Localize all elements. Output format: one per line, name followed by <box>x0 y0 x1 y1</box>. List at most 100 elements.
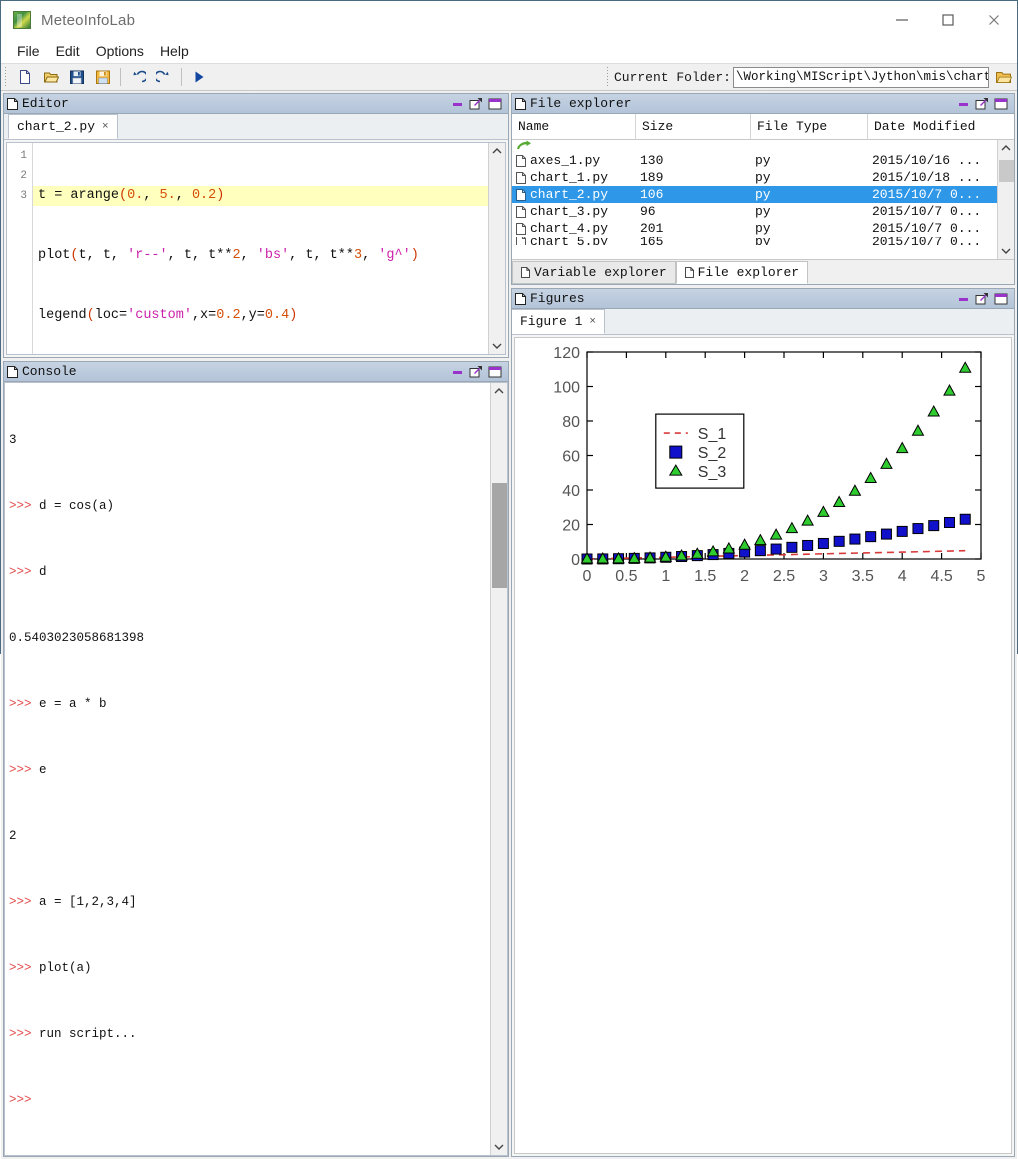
column-header-filetype[interactable]: File Type <box>751 114 868 139</box>
scroll-down-icon[interactable] <box>489 338 506 354</box>
current-folder-label: Current Folder: <box>614 70 731 85</box>
cell-size: 189 <box>636 170 751 185</box>
editor-panel-title: Editor <box>22 96 69 111</box>
svg-text:4.5: 4.5 <box>930 568 952 585</box>
scroll-down-icon[interactable] <box>491 1139 508 1155</box>
document-icon <box>521 267 530 278</box>
close-icon[interactable]: × <box>589 316 596 328</box>
tab-variable-explorer[interactable]: Variable explorer <box>512 261 676 284</box>
table-row[interactable]: chart_5.py 165 py 2015/10/7 0... <box>512 237 997 245</box>
table-row[interactable]: axes_1.py 130 py 2015/10/16 ... <box>512 152 997 169</box>
go-up-icon[interactable] <box>512 140 997 152</box>
scroll-up-icon[interactable] <box>491 383 508 399</box>
menu-file[interactable]: File <box>9 41 48 61</box>
console-minimize-icon[interactable] <box>450 365 464 378</box>
cell-datemodified: 2015/10/18 ... <box>868 170 997 185</box>
figures-minimize-icon[interactable] <box>956 292 970 305</box>
figure-canvas[interactable]: 02040608010012000.511.522.533.544.55S_1S… <box>514 337 1012 1154</box>
svg-text:1: 1 <box>661 568 670 585</box>
toolbar-grip[interactable] <box>3 67 10 87</box>
menu-edit[interactable]: Edit <box>48 41 88 61</box>
menu-options[interactable]: Options <box>88 41 152 61</box>
column-header-datemodified[interactable]: Date Modified <box>868 114 1014 139</box>
editor-tab-chart2[interactable]: chart_2.py × <box>8 114 118 139</box>
folder-open-icon[interactable] <box>993 67 1013 87</box>
current-folder-combo[interactable]: \Working\MIScript\Jython\mis\chart ⌄ <box>733 67 989 88</box>
console-body[interactable]: 3 >>> d = cos(a) >>> d 0.540302305868139… <box>4 382 508 1156</box>
svg-text:2: 2 <box>740 568 749 585</box>
svg-text:40: 40 <box>562 483 580 500</box>
column-header-name[interactable]: Name <box>512 114 636 139</box>
code-line-3: legend(loc='custom',x=0.2,y=0.4) <box>33 306 488 326</box>
console-output[interactable]: 3 >>> d = cos(a) >>> d 0.540302305868139… <box>5 383 490 1155</box>
svg-text:1.5: 1.5 <box>694 568 716 585</box>
figures-tabstrip: Figure 1 × <box>512 309 1014 335</box>
svg-text:80: 80 <box>562 414 580 431</box>
figure-tab-1[interactable]: Figure 1 × <box>512 309 605 334</box>
svg-text:S_2: S_2 <box>698 445 727 462</box>
console-maximize-icon[interactable] <box>488 365 502 378</box>
console-line: >>> plot(a) <box>9 957 490 979</box>
open-file-icon[interactable] <box>38 65 64 89</box>
line-number: 3 <box>7 186 27 206</box>
editor-maximize-icon[interactable] <box>488 97 502 110</box>
cell-filetype: py <box>751 153 868 168</box>
run-icon[interactable] <box>186 65 212 89</box>
code-line-1: t = arange(0., 5., 0.2) <box>33 186 488 206</box>
console-panel-buttons <box>450 365 505 378</box>
file-explorer-vertical-scrollbar[interactable] <box>997 140 1014 259</box>
console-line: >>> d = cos(a) <box>9 495 490 517</box>
scroll-up-icon[interactable] <box>998 140 1015 156</box>
tab-file-explorer[interactable]: File explorer <box>676 261 808 284</box>
document-icon <box>515 98 526 110</box>
save-all-icon[interactable] <box>90 65 116 89</box>
new-file-icon[interactable] <box>12 65 38 89</box>
redo-icon[interactable] <box>151 65 177 89</box>
main-area: Editor chart_ <box>1 91 1017 1159</box>
console-panel: Console 3 <box>3 361 509 1157</box>
cell-datemodified: 2015/10/7 0... <box>868 221 997 236</box>
undo-icon[interactable] <box>125 65 151 89</box>
editor-minimize-icon[interactable] <box>450 97 464 110</box>
save-icon[interactable] <box>64 65 90 89</box>
editor-float-icon[interactable] <box>469 97 483 110</box>
folderbar-grip[interactable] <box>605 67 612 87</box>
maximize-button[interactable] <box>925 1 971 39</box>
scroll-up-icon[interactable] <box>489 143 506 159</box>
console-line: >>> e = a * b <box>9 693 490 715</box>
svg-text:0: 0 <box>571 552 580 569</box>
console-line: >>> run script... <box>9 1023 490 1045</box>
file-explorer-minimize-icon[interactable] <box>956 97 970 110</box>
line-number: 2 <box>7 166 27 186</box>
console-vertical-scrollbar[interactable] <box>490 383 507 1155</box>
figures-maximize-icon[interactable] <box>994 292 1008 305</box>
editor-vertical-scrollbar[interactable] <box>488 143 505 354</box>
menu-help[interactable]: Help <box>152 41 197 61</box>
table-row[interactable]: chart_1.py 189 py 2015/10/18 ... <box>512 169 997 186</box>
figures-panel-title: Figures <box>530 291 585 306</box>
table-row[interactable]: chart_4.py 201 py 2015/10/7 0... <box>512 220 997 237</box>
figures-float-icon[interactable] <box>975 292 989 305</box>
editor-body[interactable]: 1 2 3 t = arange(0., 5., 0.2) plot(t, t,… <box>6 142 506 355</box>
editor-code[interactable]: t = arange(0., 5., 0.2) plot(t, t, 'r--'… <box>33 143 488 354</box>
svg-text:5: 5 <box>977 568 986 585</box>
column-header-size[interactable]: Size <box>636 114 751 139</box>
editor-tabstrip: chart_2.py × <box>4 114 508 140</box>
file-explorer-maximize-icon[interactable] <box>994 97 1008 110</box>
console-float-icon[interactable] <box>469 365 483 378</box>
file-explorer-float-icon[interactable] <box>975 97 989 110</box>
scroll-down-icon[interactable] <box>998 243 1015 259</box>
table-row[interactable]: chart_3.py 96 py 2015/10/7 0... <box>512 203 997 220</box>
close-icon[interactable]: × <box>102 121 109 133</box>
table-row-selected[interactable]: chart_2.py 106 py 2015/10/7 0... <box>512 186 997 203</box>
file-icon <box>516 172 526 184</box>
minimize-button[interactable] <box>879 1 925 39</box>
current-folder-bar: Current Folder: \Working\MIScript\Jython… <box>603 63 1017 91</box>
console-scroll-thumb[interactable] <box>492 483 507 588</box>
file-explorer-scroll-thumb[interactable] <box>999 160 1014 182</box>
cell-filetype: py <box>751 170 868 185</box>
editor-panel-buttons <box>450 97 505 110</box>
close-button[interactable] <box>971 1 1017 39</box>
file-explorer-tabstrip: Variable explorer File explorer <box>512 259 1014 284</box>
file-icon <box>516 155 526 167</box>
